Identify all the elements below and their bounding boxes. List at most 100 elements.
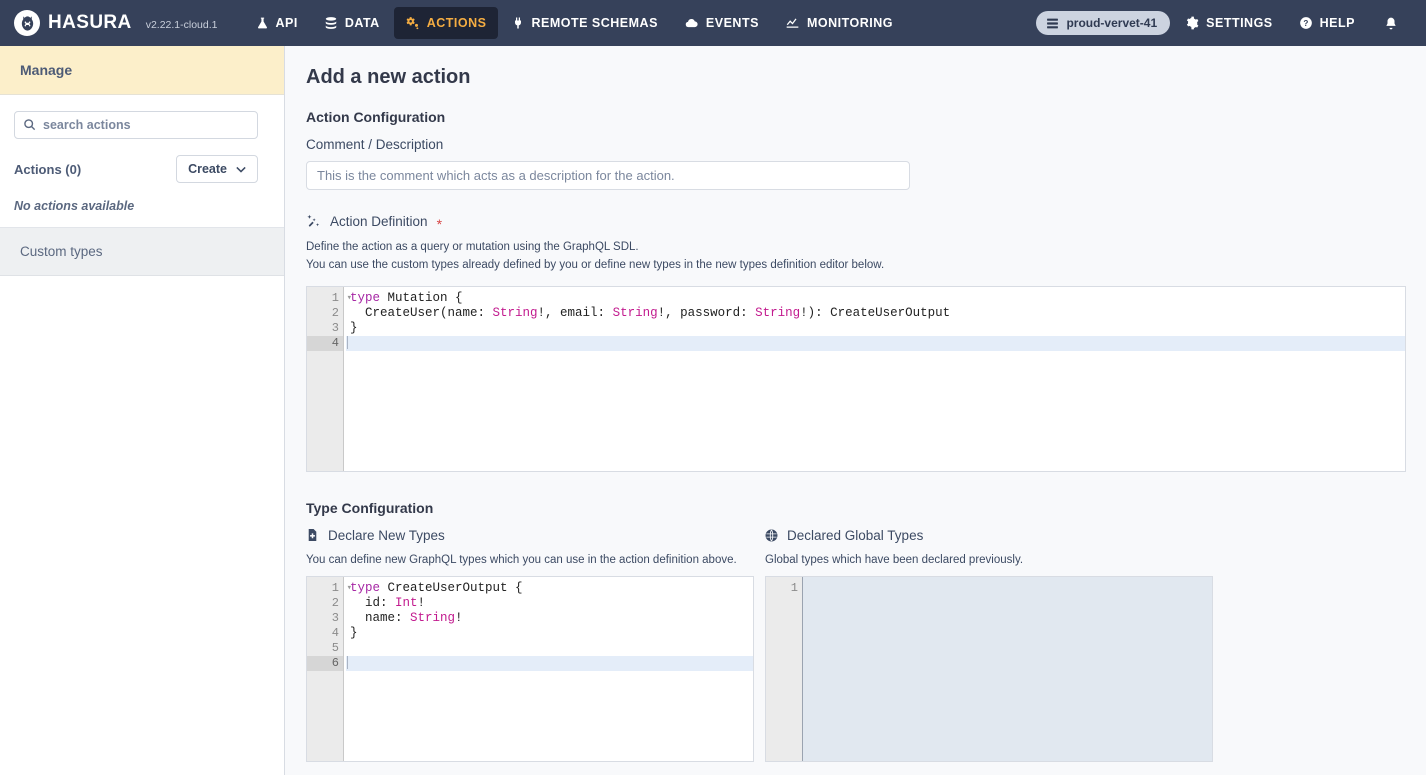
code-token: type (350, 581, 380, 595)
type-configuration-heading: Type Configuration (306, 500, 1406, 516)
actions-count-label: Actions (0) (14, 162, 81, 177)
code-line (346, 641, 753, 656)
nav-item-data[interactable]: DATA (312, 7, 392, 39)
code-line: type CreateUserOutput { (346, 581, 753, 596)
search-icon (23, 118, 36, 131)
nav-item-events[interactable]: EVENTS (672, 7, 771, 39)
brand-name: HASURA (48, 12, 132, 34)
primary-nav: API DATA ACTIONS REMOTE SCHEMAS EVENTS (244, 7, 905, 39)
code-token: String (493, 306, 538, 320)
nav-item-actions[interactable]: ACTIONS (394, 7, 499, 39)
code-token: String (410, 611, 455, 625)
code-token: Mutation { (380, 291, 463, 305)
declared-global-types-column: Declared Global Types Global types which… (765, 528, 1213, 762)
version-label: v2.22.1-cloud.1 (146, 19, 218, 31)
code-line (346, 336, 1405, 351)
code-token: Int (395, 596, 418, 610)
action-definition-help: Define the action as a query or mutation… (306, 239, 1406, 275)
nav-item-remote-schemas[interactable]: REMOTE SCHEMAS (500, 7, 669, 39)
globe-icon (765, 529, 778, 542)
text-caret (347, 336, 348, 349)
file-add-icon (306, 528, 319, 542)
sidebar-item-custom-types[interactable]: Custom types (0, 228, 284, 276)
new-types-gutter: 1▾23456 (307, 577, 344, 761)
nav-item-help[interactable]: ? HELP (1288, 7, 1366, 39)
line-number: 5 (307, 641, 343, 656)
type-configuration-section: Type Configuration Declare New Types You… (306, 500, 1406, 775)
nav-item-help-label: HELP (1320, 16, 1355, 30)
no-actions-message: No actions available (14, 199, 270, 213)
page-body: Manage Actions (0) Create No actions ava… (0, 46, 1426, 775)
code-token: ! (455, 611, 463, 625)
code-token: CreateUserOutput { (380, 581, 523, 595)
search-actions-input[interactable] (14, 111, 258, 139)
code-token: !): CreateUserOutput (800, 306, 950, 320)
actions-summary-row: Actions (0) Create (14, 155, 258, 183)
nav-item-settings[interactable]: SETTINGS (1174, 7, 1284, 39)
text-caret (347, 656, 348, 669)
action-definition-code[interactable]: type Mutation { CreateUser(name: String!… (344, 287, 1405, 471)
search-actions-wrapper (14, 111, 270, 139)
action-configuration-heading: Action Configuration (306, 109, 1406, 125)
new-types-editor[interactable]: 1▾23456 type CreateUserOutput { id: Int!… (306, 576, 754, 762)
code-token: !, email: (538, 306, 613, 320)
nav-item-events-label: EVENTS (706, 16, 759, 30)
line-number: 1▾ (307, 581, 343, 596)
line-number: 3 (307, 321, 343, 336)
nav-item-api-label: API (276, 16, 298, 30)
custom-types-label: Custom types (20, 244, 103, 259)
declare-new-types-column: Declare New Types You can define new Gra… (306, 528, 754, 762)
magic-wand-icon (306, 214, 321, 229)
code-token: String (613, 306, 658, 320)
comment-description-input[interactable] (306, 161, 910, 190)
nav-item-remote-schemas-label: REMOTE SCHEMAS (531, 16, 657, 30)
chart-line-icon (785, 16, 800, 30)
action-definition-help-line-2: You can use the custom types already def… (306, 257, 1406, 275)
notifications-bell-icon[interactable] (1370, 7, 1408, 40)
required-asterisk: * (437, 217, 442, 231)
brand-logo-group[interactable]: HASURA v2.22.1-cloud.1 (14, 10, 218, 36)
project-selector[interactable]: proud-vervet-41 (1036, 11, 1170, 35)
nav-item-api[interactable]: API (244, 7, 310, 39)
code-token: type (350, 291, 380, 305)
top-navigation-bar: HASURA v2.22.1-cloud.1 API DATA ACTIONS (0, 0, 1426, 46)
plug-icon (512, 16, 524, 30)
cloud-icon (684, 16, 699, 30)
type-configuration-columns: Declare New Types You can define new Gra… (306, 528, 1406, 762)
declare-new-types-description: You can define new GraphQL types which y… (306, 554, 754, 566)
line-number: 6 (307, 656, 343, 671)
main-content: Add a new action Action Configuration Co… (285, 46, 1426, 775)
declare-new-types-heading-row: Declare New Types (306, 528, 754, 543)
line-number: 3 (307, 611, 343, 626)
question-circle-icon: ? (1299, 16, 1313, 30)
code-token: CreateUser(name: (350, 306, 493, 320)
project-name-label: proud-vervet-41 (1066, 16, 1157, 30)
code-line: } (346, 321, 1405, 336)
action-definition-label: Action Definition (330, 214, 428, 229)
line-number: 4 (307, 336, 343, 351)
nav-item-monitoring[interactable]: MONITORING (773, 7, 905, 39)
declare-new-types-label: Declare New Types (328, 528, 445, 543)
database-icon (324, 16, 338, 30)
new-types-code[interactable]: type CreateUserOutput { id: Int! name: S… (344, 577, 753, 761)
code-line: type Mutation { (346, 291, 1405, 306)
global-types-gutter: 1 (766, 577, 803, 761)
code-line: name: String! (346, 611, 753, 626)
action-definition-editor[interactable]: 1▾234 type Mutation { CreateUser(name: S… (306, 286, 1406, 472)
global-types-editor: 1 (765, 576, 1213, 762)
chevron-down-icon (236, 166, 246, 173)
declared-global-types-heading-row: Declared Global Types (765, 528, 1213, 543)
nav-item-monitoring-label: MONITORING (807, 16, 893, 30)
code-token: name: (350, 611, 410, 625)
create-action-button[interactable]: Create (176, 155, 258, 183)
line-number: 4 (307, 626, 343, 641)
code-token: } (350, 321, 358, 335)
nav-item-actions-label: ACTIONS (427, 16, 487, 30)
declared-global-types-description: Global types which have been declared pr… (765, 554, 1213, 566)
code-token: String (755, 306, 800, 320)
flask-icon (256, 16, 269, 30)
comment-description-label: Comment / Description (306, 137, 1406, 152)
line-number: 2 (307, 596, 343, 611)
code-line (346, 656, 753, 671)
declared-global-types-label: Declared Global Types (787, 528, 923, 543)
